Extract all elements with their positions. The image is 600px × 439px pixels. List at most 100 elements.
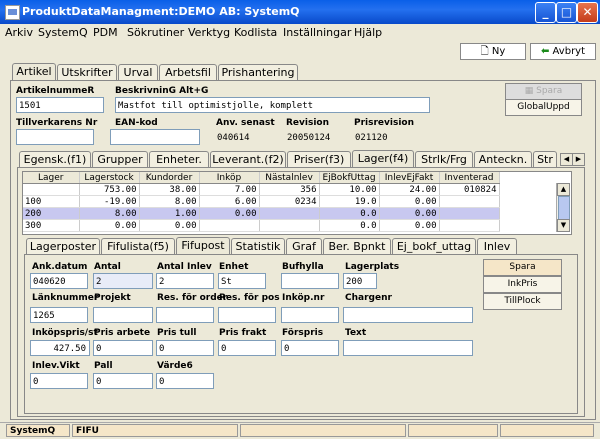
antal-inlev-field[interactable]: 2 [156,273,214,289]
table-cell[interactable]: 8.00 [139,195,200,208]
table-cell[interactable]: -19.00 [79,195,140,208]
tillv-field[interactable] [16,129,94,145]
table-cell[interactable]: 0.00 [379,195,440,208]
tab-utskrifter[interactable]: Utskrifter [57,64,117,81]
ean-field[interactable] [110,129,200,145]
pris-arbete-field[interactable]: 0 [93,340,153,356]
projekt-field[interactable] [93,307,153,323]
enhet-field[interactable]: St [218,273,266,289]
table-cell[interactable] [439,219,500,232]
tab-str[interactable]: Str [533,151,557,168]
tab-leverant[interactable]: Leverant.(f2) [210,151,286,168]
table-cell[interactable]: 753.00 [79,183,140,196]
table-cell[interactable]: 356 [259,183,320,196]
res-pos-field[interactable] [218,307,276,323]
table-cell[interactable] [259,207,320,220]
menu-pdm[interactable]: PDM [93,26,118,39]
inlev-vikt-field[interactable]: 0 [30,373,88,389]
tab-graf[interactable]: Graf [286,238,322,255]
inkpris-button[interactable]: InkPris [483,276,562,293]
table-cell[interactable]: 300 [23,219,80,232]
bufhylla-field[interactable] [281,273,339,289]
res-order-field[interactable] [156,307,214,323]
varde6-field[interactable]: 0 [156,373,214,389]
table-cell[interactable]: 200 [23,207,80,220]
tab-artikel[interactable]: Artikel [12,63,56,81]
menu-verktyg[interactable]: Verktyg [188,26,230,39]
tab-prishantering[interactable]: Prishantering [218,64,298,81]
table-cell[interactable] [259,219,320,232]
table-cell[interactable] [439,195,500,208]
inkopspris-field[interactable]: 427.50 [30,340,90,356]
tab-scroll-right-icon[interactable]: ▶ [572,153,585,166]
spara-top-button[interactable]: ▦ Spara [505,83,582,100]
tab-lager[interactable]: Lager(f4) [352,150,414,168]
chargenr-field[interactable] [343,307,473,323]
maximize-icon[interactable]: □ [556,2,577,23]
pall-field[interactable]: 0 [93,373,153,389]
minimize-icon[interactable]: _ [535,2,556,23]
close-icon[interactable]: ✕ [577,2,598,23]
table-cell[interactable]: 0.00 [379,219,440,232]
menu-hjalp[interactable]: Hjälp [354,26,382,39]
cancel-button[interactable]: ⬅ Avbryt [530,43,596,60]
table-cell[interactable]: 19.0 [319,195,380,208]
column-header[interactable]: Inventerad [439,172,500,184]
table-cell[interactable]: 8.00 [79,207,140,220]
lagerplats-field[interactable]: 200 [343,273,377,289]
spara-button[interactable]: Spara [483,259,562,276]
table-cell[interactable]: 0.0 [319,219,380,232]
scroll-thumb[interactable] [558,196,570,220]
forspris-field[interactable]: 0 [281,340,339,356]
scroll-down-icon[interactable]: ▼ [557,219,570,232]
tab-grupper[interactable]: Grupper [92,151,148,168]
tab-strlk[interactable]: Strlk/Frg [415,151,473,168]
table-row[interactable]: 200 8.00 1.00 0.00 0.0 0.00 [23,207,500,220]
tab-lagerposter[interactable]: Lagerposter [26,238,100,255]
table-cell[interactable]: 1.00 [139,207,200,220]
column-header[interactable]: InlevEjFakt [379,172,440,184]
column-header[interactable]: Inköp [199,172,260,184]
text-field[interactable] [343,340,473,356]
table-cell[interactable] [439,207,500,220]
table-cell[interactable]: 24.00 [379,183,440,196]
tab-fifupost[interactable]: Fifupost [176,237,230,255]
lanknummer-field[interactable]: 1265 [30,307,88,323]
table-row[interactable]: 753.00 38.00 7.00 356 10.00 24.00 010824 [23,183,500,196]
description-field[interactable]: Mastfot till optimistjolle, komplett [115,97,430,113]
tab-enheter[interactable]: Enheter. [149,151,209,168]
tab-ber-bpnkt[interactable]: Ber. Bpnkt [323,238,391,255]
table-row[interactable]: 100 -19.00 8.00 6.00 0234 19.0 0.00 [23,195,500,208]
inkop-nr-field[interactable] [281,307,339,323]
tillplock-button[interactable]: TillPlock [483,293,562,310]
tab-arbetsfil[interactable]: Arbetsfil [159,64,217,81]
tab-statistik[interactable]: Statistik [231,238,285,255]
menu-installningar[interactable]: Inställningar [283,26,351,39]
antal-field[interactable]: 2 [93,273,153,289]
table-cell[interactable]: 7.00 [199,183,260,196]
table-cell[interactable]: 100 [23,195,80,208]
table-cell[interactable]: 38.00 [139,183,200,196]
menu-systemq[interactable]: SystemQ [38,26,88,39]
lager-scrollbar[interactable]: ▲ ▼ [556,183,570,232]
tab-urval[interactable]: Urval [118,64,158,81]
table-cell[interactable]: 0.00 [79,219,140,232]
tab-fifulista[interactable]: Fifulista(f5) [101,238,175,255]
artnr-field[interactable]: 1501 [16,97,104,113]
table-cell[interactable]: 10.00 [319,183,380,196]
tab-egensk[interactable]: Egensk.(f1) [19,151,91,168]
pris-frakt-field[interactable]: 0 [218,340,276,356]
table-cell[interactable]: 010824 [439,183,500,196]
scroll-up-icon[interactable]: ▲ [557,183,570,196]
tab-priser[interactable]: Priser(f3) [287,151,351,168]
pris-tull-field[interactable]: 0 [156,340,214,356]
new-button[interactable]: 🗋 Ny [460,43,526,60]
ank-datum-field[interactable]: 040620 [30,273,88,289]
table-cell[interactable]: 0.00 [379,207,440,220]
column-header[interactable]: Nästalnlev [259,172,320,184]
globaluppd-button[interactable]: GlobalUppd [505,99,582,116]
column-header[interactable]: Lager [23,172,80,184]
tab-inlev[interactable]: Inlev [477,238,517,255]
menu-sokrutiner[interactable]: Sökrutiner [127,26,184,39]
menu-arkiv[interactable]: Arkiv [5,26,33,39]
